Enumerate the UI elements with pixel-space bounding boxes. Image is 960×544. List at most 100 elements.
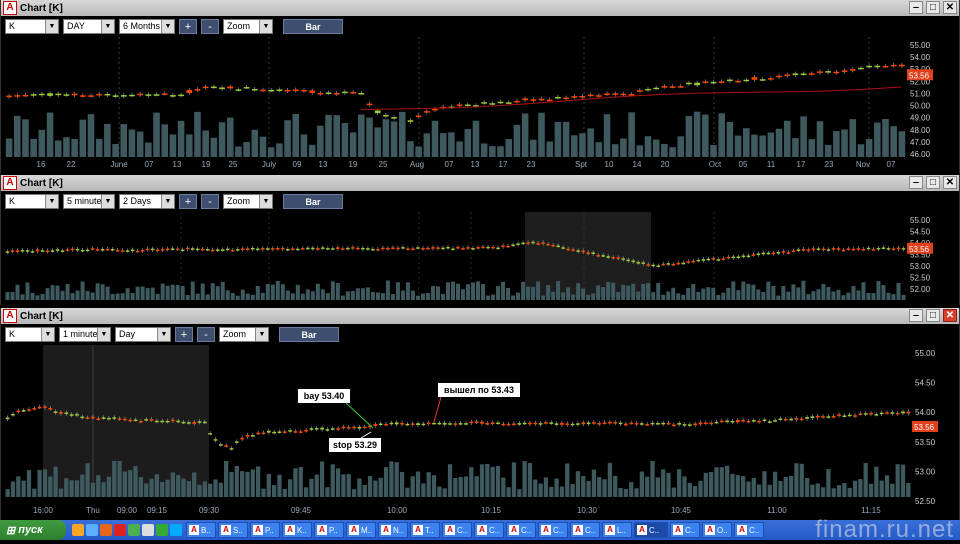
taskbar-item[interactable]: A P.. [314, 522, 344, 538]
start-button[interactable]: ⊞ пуск [0, 520, 66, 540]
range-select[interactable]: Day ▼ [115, 326, 171, 342]
interval-select[interactable]: DAY ▼ [63, 18, 115, 34]
zoom-select[interactable]: Zoom ▼ [223, 18, 273, 34]
chevron-down-icon[interactable]: ▼ [161, 19, 174, 33]
time-tick-label: Aug [410, 160, 424, 169]
range-select[interactable]: 2 Days ▼ [119, 193, 175, 209]
zoom-select[interactable]: Zoom ▼ [219, 326, 269, 342]
minimize-icon[interactable]: ‒ [909, 309, 923, 322]
candle [506, 423, 511, 426]
firefox-icon[interactable] [100, 524, 112, 536]
volume-bar [618, 487, 623, 497]
candle [511, 244, 515, 247]
bar-button[interactable]: Bar [279, 326, 339, 342]
taskbar-item[interactable]: A C.. [570, 522, 600, 538]
minimize-icon[interactable]: ‒ [909, 1, 923, 14]
chevron-down-icon[interactable]: ▼ [101, 194, 114, 208]
candle [55, 249, 60, 251]
candle [38, 93, 45, 96]
zoom-in-button[interactable]: + [175, 326, 193, 342]
chevron-down-icon[interactable]: ▼ [259, 19, 272, 33]
taskbar-item[interactable]: A C.. [506, 522, 536, 538]
symbol-select[interactable]: K ▼ [5, 326, 55, 342]
chevron-down-icon[interactable]: ▼ [157, 327, 170, 341]
zoom-out-button[interactable]: - [201, 18, 219, 34]
skype-icon[interactable] [170, 524, 182, 536]
taskbar-item[interactable]: A L.. [602, 522, 632, 538]
zoom-out-button[interactable]: - [201, 193, 219, 209]
taskbar-item[interactable]: A S.. [218, 522, 248, 538]
candle [751, 254, 756, 256]
volume-bar [816, 289, 821, 300]
candle [358, 93, 365, 95]
window-titlebar[interactable]: A Chart [K] ‒ □ ✕ [1, 0, 959, 16]
taskbar-item[interactable]: A P.. [250, 522, 280, 538]
five-minute-chart[interactable]: 55.0054.5054.0053.5053.0052.5052.0053.56 [1, 212, 959, 305]
chevron-down-icon[interactable]: ▼ [97, 327, 110, 341]
minimize-icon[interactable]: ‒ [909, 176, 923, 189]
candle [851, 248, 856, 251]
maximize-icon[interactable]: □ [926, 1, 940, 14]
taskbar-item[interactable]: A C.. [474, 522, 504, 538]
symbol-select[interactable]: K ▼ [5, 18, 59, 34]
maximize-icon[interactable]: □ [926, 309, 940, 322]
volume-bar [106, 476, 112, 497]
app-icon[interactable] [156, 524, 168, 536]
chevron-down-icon[interactable]: ▼ [101, 19, 114, 33]
chevron-down-icon[interactable]: ▼ [45, 194, 58, 208]
one-minute-chart[interactable]: bay 53.40 stop 53.29 вышел по 53.43 55.0… [1, 345, 959, 517]
candle [6, 95, 12, 98]
taskbar-item[interactable]: A N.. [378, 522, 408, 538]
volume-bar [205, 294, 210, 300]
taskbar-item[interactable]: A O.. [702, 522, 732, 538]
interval-select[interactable]: 1 minute ▼ [59, 326, 111, 342]
taskbar-item[interactable]: A C.. [734, 522, 764, 538]
chevron-down-icon[interactable]: ▼ [41, 327, 54, 341]
mail-icon[interactable] [142, 524, 154, 536]
taskbar-item[interactable]: A T.. [410, 522, 440, 538]
time-tick-label: 10:30 [577, 506, 598, 515]
chevron-down-icon[interactable]: ▼ [161, 194, 174, 208]
range-select[interactable]: 6 Months ▼ [119, 18, 175, 34]
candle [410, 423, 415, 425]
taskbar-item[interactable]: A C.. [538, 522, 568, 538]
zoom-out-button[interactable]: - [197, 326, 215, 342]
volume-bar [852, 480, 858, 497]
zoom-in-button[interactable]: + [179, 18, 197, 34]
window-titlebar[interactable]: A Chart [K] ‒ □ ✕ [1, 175, 959, 191]
opera-icon[interactable] [114, 524, 126, 536]
maximize-icon[interactable]: □ [926, 176, 940, 189]
taskbar-item[interactable]: A C.. [634, 522, 668, 538]
bar-button[interactable]: Bar [283, 193, 343, 209]
taskbar-item[interactable]: A C.. [670, 522, 700, 538]
taskbar-item[interactable]: A B.. [186, 522, 216, 538]
chevron-down-icon[interactable]: ▼ [45, 19, 58, 33]
chevron-down-icon[interactable]: ▼ [255, 327, 268, 341]
zoom-in-button[interactable]: + [179, 193, 197, 209]
chrome-icon[interactable] [128, 524, 140, 536]
candle [566, 248, 570, 251]
close-icon[interactable]: ✕ [943, 176, 957, 189]
volume-bar [882, 118, 889, 157]
volume-bar [538, 112, 545, 157]
candle [876, 247, 881, 250]
window-titlebar[interactable]: A Chart [K] ‒ □ ✕ [1, 308, 959, 324]
bar-button[interactable]: Bar [283, 18, 343, 34]
close-icon[interactable]: ✕ [943, 1, 957, 14]
zoom-select[interactable]: Zoom ▼ [223, 193, 273, 209]
browser-icon[interactable] [72, 524, 84, 536]
taskbar-item[interactable]: A M.. [346, 522, 376, 538]
chevron-down-icon[interactable]: ▼ [259, 194, 272, 208]
interval-select[interactable]: 5 minutes ▼ [63, 193, 115, 209]
desktop-icon[interactable] [86, 524, 98, 536]
taskbar-item[interactable]: A K.. [282, 522, 312, 538]
candle [773, 420, 777, 422]
daily-chart[interactable]: 55.0054.0053.0052.0051.0050.0049.0048.00… [1, 37, 959, 170]
close-icon[interactable]: ✕ [943, 309, 957, 322]
volume-bar [453, 477, 458, 497]
taskbar-item[interactable]: A C.. [442, 522, 472, 538]
symbol-select[interactable]: K ▼ [5, 193, 59, 209]
taskbar-item-label: C.. [521, 525, 532, 535]
candle [480, 421, 484, 424]
volume-bar [250, 294, 255, 300]
